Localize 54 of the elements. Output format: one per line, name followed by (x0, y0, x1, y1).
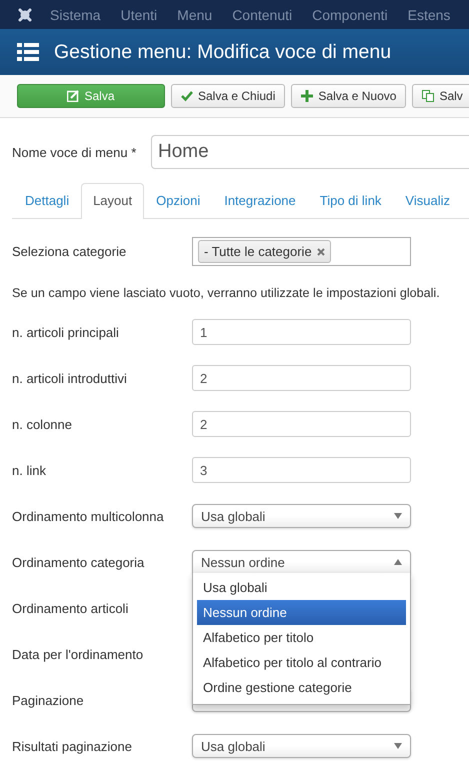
dropdown-option[interactable]: Alfabetico per titolo (197, 625, 406, 650)
logo-icon (16, 6, 34, 24)
menu-item[interactable]: Menu (177, 6, 212, 22)
tag-label: - Tutte le categorie (204, 244, 312, 259)
edit-icon (67, 90, 80, 102)
title-field[interactable]: Home (151, 135, 469, 169)
tab[interactable]: Tipo di link (308, 183, 394, 218)
help-text: Se un campo viene lasciato vuoto, verranno utilizzate le impostazioni globali. (12, 286, 441, 300)
plus-icon (301, 90, 314, 102)
remove-icon (316, 248, 325, 256)
toolbar-button[interactable]: Salva e Chiudi (171, 84, 286, 108)
dropdown-option[interactable]: Usa globali (197, 575, 406, 600)
menu-item[interactable]: Sistema (50, 6, 101, 22)
copy-icon (422, 90, 434, 102)
dropdown-option[interactable]: Nessun ordine (197, 600, 406, 625)
field-label: Data per l'ordinamento (12, 646, 144, 662)
field-label: Nome voce di menu * (12, 144, 138, 160)
tab[interactable]: Integrazione (212, 183, 308, 218)
down-caret-icon (394, 513, 402, 519)
category-select[interactable]: - Tutte le categorie (192, 237, 411, 266)
field-label: Ordinamento articoli (12, 600, 130, 616)
select-field[interactable]: Usa globali (192, 504, 411, 528)
down-caret-icon (394, 743, 402, 749)
tab[interactable]: Visualiz (393, 183, 462, 218)
page-title: Gestione menu: Modifica voce di menu (54, 40, 392, 64)
input-field[interactable]: 2 (192, 365, 411, 391)
menu-item[interactable]: Estens (408, 6, 450, 22)
dropdown-option[interactable]: Alfabetico per titolo al contrario (197, 650, 406, 675)
tab[interactable]: Layout (81, 183, 144, 219)
field-label: Ordinamento categoria (12, 554, 146, 570)
field-label: n. colonne (12, 416, 73, 432)
select-field[interactable]: Usa globali (192, 734, 411, 758)
check-icon (181, 90, 193, 102)
up-caret-icon (394, 559, 402, 565)
menu-item[interactable]: Componenti (312, 6, 388, 22)
tab[interactable]: Opzioni (144, 183, 212, 218)
tab[interactable]: Dettagli (12, 183, 82, 218)
toolbar-button[interactable]: Salv (412, 84, 469, 108)
select-field[interactable]: Nessun ordine (192, 550, 411, 574)
field-label: Paginazione (12, 692, 85, 708)
dropdown-option[interactable]: Ordine gestione categorie (197, 675, 406, 700)
menu-item[interactable]: Contenuti (232, 6, 292, 22)
field-label: n. articoli introduttivi (12, 370, 128, 386)
input-field[interactable]: 3 (192, 457, 411, 483)
input-field[interactable]: 2 (192, 411, 411, 437)
field-label: n. articoli principali (12, 324, 120, 340)
toolbar-button[interactable]: Salva e Nuovo (291, 84, 406, 108)
field-label: n. link (12, 462, 47, 478)
list-icon (17, 42, 39, 62)
field-label: Ordinamento multicolonna (12, 508, 165, 524)
field-label: Risultati paginazione (12, 738, 133, 754)
input-field[interactable]: 1 (192, 319, 411, 345)
field-label: Seleziona categorie (12, 244, 128, 259)
menu-item[interactable]: Utenti (120, 6, 158, 22)
